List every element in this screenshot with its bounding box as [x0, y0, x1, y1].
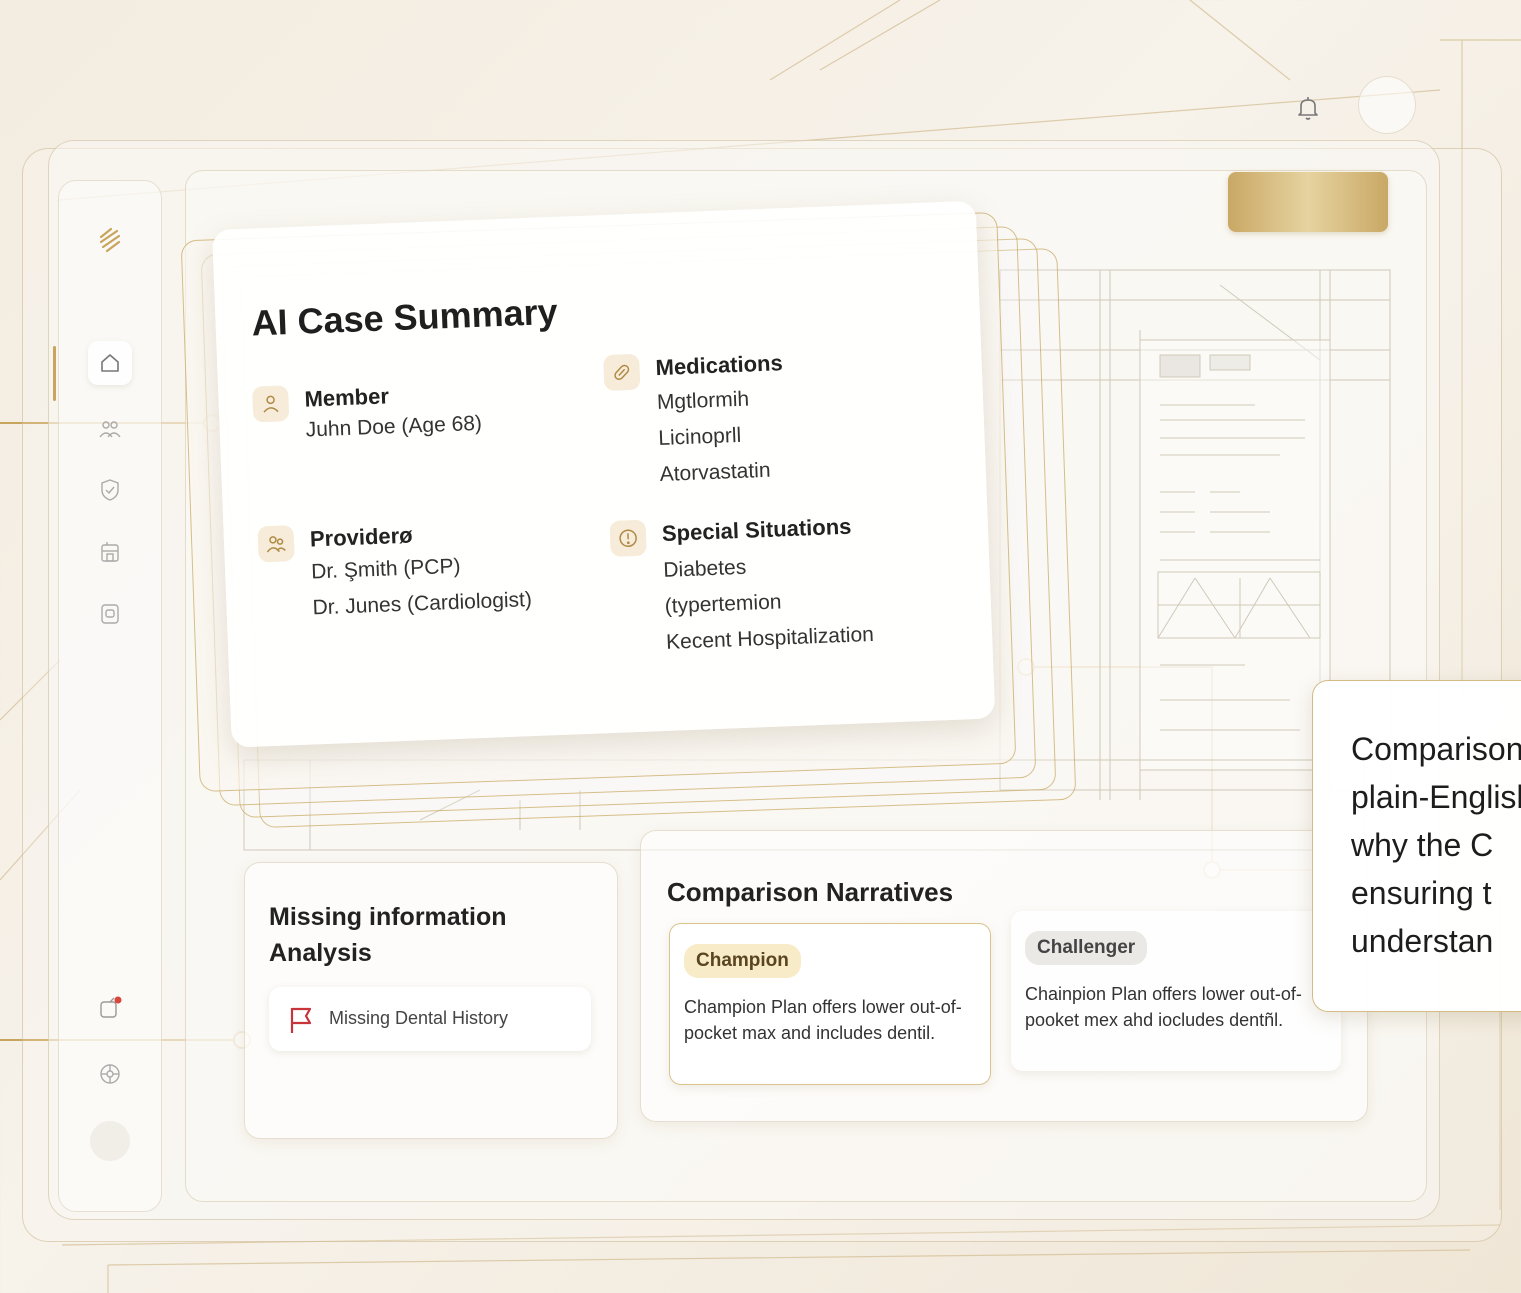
- sidebar-item-facilities[interactable]: [93, 535, 127, 569]
- challenger-card[interactable]: Challenger Chainpion Plan offers lower o…: [1011, 911, 1341, 1071]
- users-icon: [99, 421, 121, 438]
- member-name: Juhn Doe (Age 68): [305, 411, 483, 442]
- medication-item: Atorvastatin: [659, 458, 771, 486]
- medication-item: Mgtlormih: [656, 387, 750, 415]
- member-heading: Member: [304, 383, 390, 412]
- people-icon: [257, 525, 295, 563]
- situation-item: Diabetes: [662, 555, 747, 582]
- medication-item: Licinoprll: [657, 423, 742, 451]
- providers-heading: Providerø: [309, 522, 414, 552]
- missing-information-title: Missing information Analysis: [269, 903, 507, 968]
- provider-item: Dr. Junes (Cardiologist): [312, 588, 533, 620]
- callout-text: Comparison plain-English why the C ensur…: [1351, 731, 1521, 959]
- missing-information-panel: Missing information Analysis Missing Den…: [244, 862, 618, 1139]
- document-icon: [101, 604, 119, 624]
- pill-icon: [603, 353, 641, 392]
- provider-item: Dr. Şmith (PCP): [310, 554, 461, 584]
- user-avatar[interactable]: [1358, 76, 1416, 134]
- primary-action-button[interactable]: [1228, 172, 1388, 232]
- special-situations-heading: Special Situations: [661, 513, 852, 546]
- shield-icon: [101, 479, 119, 501]
- home-icon: [101, 354, 119, 372]
- champion-badge: Champion: [684, 944, 801, 978]
- situation-item: Kecent Hospitalization: [665, 622, 875, 654]
- sidebar-item-home[interactable]: [88, 341, 132, 385]
- logo-icon: [93, 223, 127, 257]
- sidebar-active-indicator: [53, 346, 56, 401]
- bell-icon: [1298, 97, 1318, 120]
- sidebar-profile-avatar[interactable]: [90, 1121, 130, 1161]
- sidebar-item-settings[interactable]: [93, 1057, 127, 1091]
- missing-item-label: Missing Dental History: [329, 1008, 509, 1028]
- comparison-narratives-title: Comparison Narratives: [667, 877, 954, 907]
- case-summary-title: AI Case Summary: [250, 290, 559, 344]
- sidebar-item-security[interactable]: [93, 473, 127, 507]
- comparison-narratives-panel: Comparison Narratives Champion Champion …: [640, 830, 1368, 1122]
- sidebar: [53, 180, 162, 1212]
- flag-icon: [290, 1007, 312, 1033]
- notifications-button[interactable]: [1292, 92, 1324, 124]
- sidebar-item-notifications[interactable]: [93, 991, 127, 1025]
- settings-icon: [100, 1064, 120, 1084]
- building-icon: [101, 542, 119, 562]
- notification-icon: [100, 996, 122, 1018]
- person-icon: [252, 385, 290, 423]
- case-summary-card: AI Case Summary Member Juhn Doe (Age 68)…: [212, 200, 996, 748]
- champion-narrative: Champion Plan offers lower out-of-pocket…: [684, 997, 962, 1044]
- medications-heading: Medications: [655, 350, 784, 381]
- challenger-narrative: Chainpion Plan offers lower out-of-pooke…: [1025, 984, 1302, 1031]
- sidebar-item-documents[interactable]: [93, 597, 127, 631]
- challenger-badge: Challenger: [1025, 931, 1148, 965]
- sidebar-item-users[interactable]: [93, 413, 127, 447]
- missing-item-card[interactable]: Missing Dental History: [269, 987, 591, 1051]
- champion-card[interactable]: Champion Champion Plan offers lower out-…: [669, 923, 991, 1085]
- situation-item: (typertemion: [664, 590, 782, 618]
- alert-circle-icon: [609, 519, 647, 557]
- explanation-callout: Comparison plain-English why the C ensur…: [1312, 680, 1521, 1012]
